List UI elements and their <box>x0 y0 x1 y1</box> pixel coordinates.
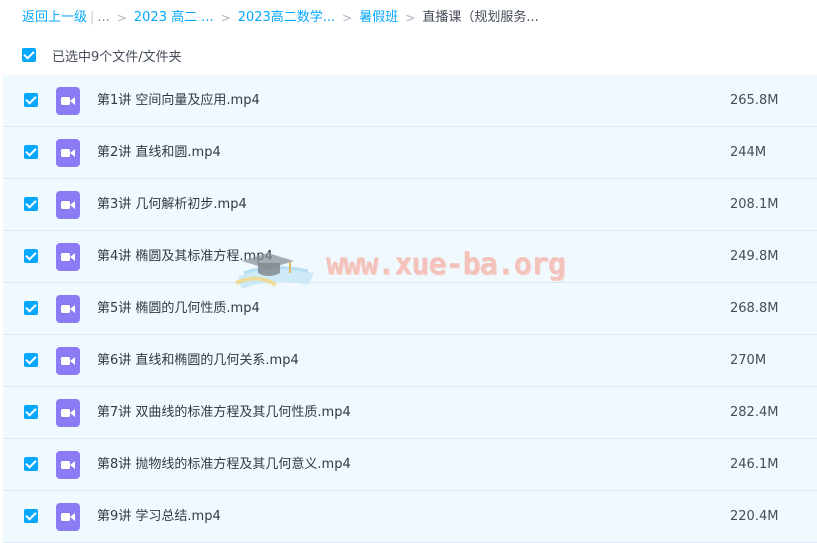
chevron-right-icon: > <box>405 11 416 25</box>
breadcrumb-ellipsis[interactable]: ... <box>97 9 109 27</box>
file-row[interactable]: 第5讲 椭圆的几何性质.mp4 268.8M <box>3 283 817 335</box>
file-row[interactable]: 第4讲 椭圆及其标准方程.mp4 249.8M <box>3 231 817 283</box>
file-name[interactable]: 第9讲 学习总结.mp4 <box>97 491 221 542</box>
breadcrumb-divider: | <box>90 10 95 25</box>
file-size: 265.8M <box>730 93 779 108</box>
file-checkbox[interactable] <box>24 457 38 471</box>
file-checkbox[interactable] <box>24 145 38 159</box>
chevron-right-icon: > <box>342 11 353 25</box>
file-name[interactable]: 第1讲 空间向量及应用.mp4 <box>97 75 260 126</box>
video-file-icon <box>56 139 80 167</box>
file-row[interactable]: 第1讲 空间向量及应用.mp4 265.8M <box>3 75 817 127</box>
breadcrumb-item-summer[interactable]: 暑假班 <box>359 9 398 27</box>
select-all-checkbox[interactable] <box>22 48 36 62</box>
file-size: 208.1M <box>730 197 779 212</box>
back-link[interactable]: 返回上一级 <box>22 9 87 27</box>
selection-count-label: 已选中9个文件/文件夹 <box>52 49 182 65</box>
file-size: 268.8M <box>730 301 779 316</box>
file-checkbox[interactable] <box>24 301 38 315</box>
file-size: 246.1M <box>730 457 779 472</box>
file-name[interactable]: 第5讲 椭圆的几何性质.mp4 <box>97 283 260 334</box>
video-file-icon <box>56 347 80 375</box>
video-file-icon <box>56 243 80 271</box>
video-file-icon <box>56 503 80 531</box>
file-size: 270M <box>730 353 767 368</box>
breadcrumb-current: 直播课（规划服务... <box>422 10 539 25</box>
selection-summary: 已选中9个文件/文件夹 <box>22 45 182 65</box>
breadcrumb-item-math[interactable]: 2023高二数学... <box>238 9 335 27</box>
file-name[interactable]: 第4讲 椭圆及其标准方程.mp4 <box>97 231 273 282</box>
video-file-icon <box>56 399 80 427</box>
file-checkbox[interactable] <box>24 93 38 107</box>
file-size: 220.4M <box>730 509 779 524</box>
video-file-icon <box>56 87 80 115</box>
file-size: 249.8M <box>730 249 779 264</box>
file-size: 244M <box>730 145 767 160</box>
video-file-icon <box>56 295 80 323</box>
video-file-icon <box>56 451 80 479</box>
file-checkbox[interactable] <box>24 509 38 523</box>
file-row[interactable]: 第2讲 直线和圆.mp4 244M <box>3 127 817 179</box>
file-size: 282.4M <box>730 405 779 420</box>
file-name[interactable]: 第2讲 直线和圆.mp4 <box>97 127 221 178</box>
file-name[interactable]: 第6讲 直线和椭圆的几何关系.mp4 <box>97 335 299 386</box>
video-file-icon <box>56 191 80 219</box>
file-list: 第1讲 空间向量及应用.mp4 265.8M 第2讲 直线和圆.mp4 244M… <box>3 75 817 543</box>
chevron-right-icon: > <box>220 11 231 25</box>
file-checkbox[interactable] <box>24 353 38 367</box>
file-checkbox[interactable] <box>24 405 38 419</box>
chevron-right-icon: > <box>116 11 127 25</box>
breadcrumb: 返回上一级 | ... > 2023 高二 ... > 2023高二数学... … <box>22 9 539 27</box>
file-checkbox[interactable] <box>24 197 38 211</box>
file-row[interactable]: 第6讲 直线和椭圆的几何关系.mp4 270M <box>3 335 817 387</box>
file-name[interactable]: 第7讲 双曲线的标准方程及其几何性质.mp4 <box>97 387 351 438</box>
file-row[interactable]: 第7讲 双曲线的标准方程及其几何性质.mp4 282.4M <box>3 387 817 439</box>
file-row[interactable]: 第3讲 几何解析初步.mp4 208.1M <box>3 179 817 231</box>
file-name[interactable]: 第8讲 抛物线的标准方程及其几何意义.mp4 <box>97 439 351 490</box>
file-checkbox[interactable] <box>24 249 38 263</box>
file-row[interactable]: 第8讲 抛物线的标准方程及其几何意义.mp4 246.1M <box>3 439 817 491</box>
file-row[interactable]: 第9讲 学习总结.mp4 220.4M <box>3 491 817 543</box>
breadcrumb-item-grade[interactable]: 2023 高二 ... <box>134 9 214 27</box>
file-name[interactable]: 第3讲 几何解析初步.mp4 <box>97 179 247 230</box>
